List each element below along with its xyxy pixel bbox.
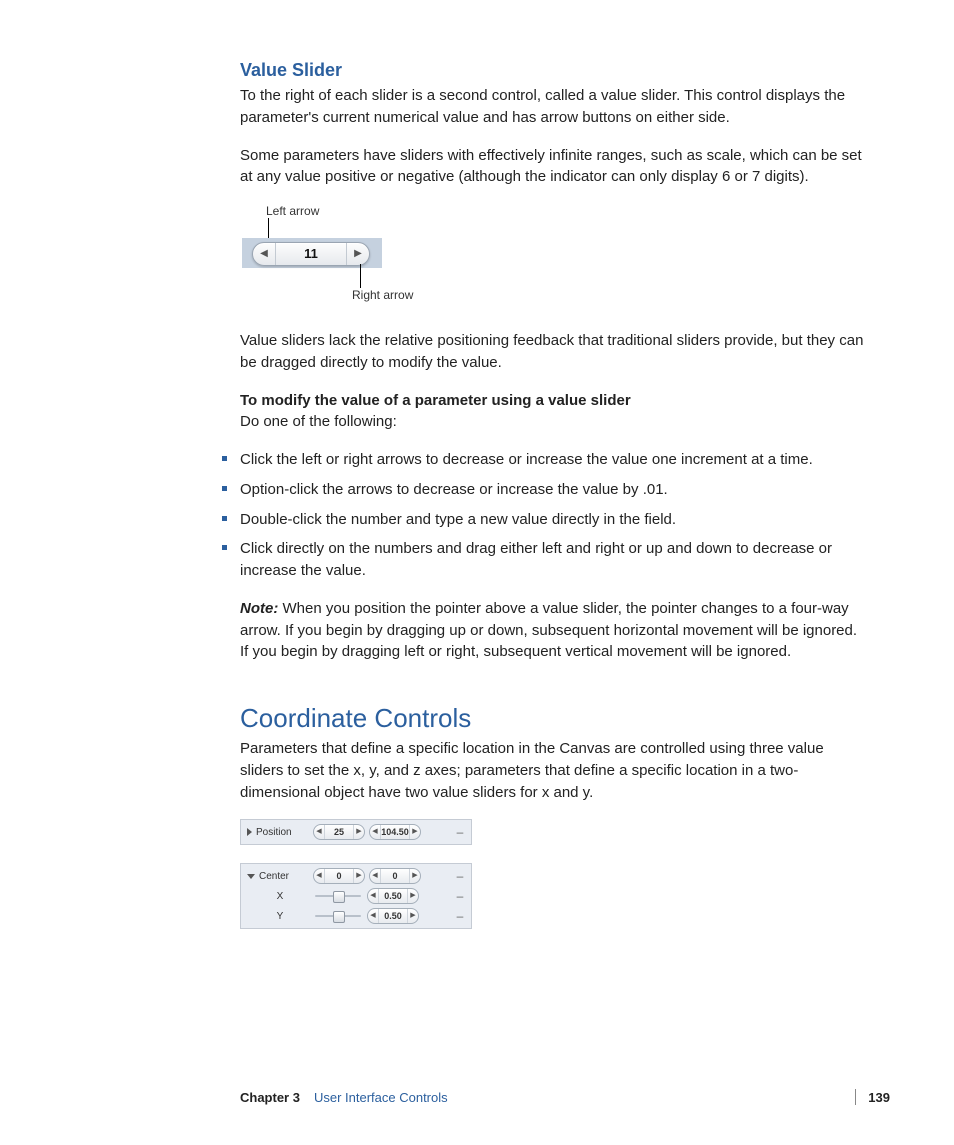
value[interactable]: 0 (380, 869, 410, 883)
slider-track-y[interactable] (313, 909, 363, 923)
right-arrow-icon[interactable]: ▶ (354, 869, 364, 883)
right-arrow-icon[interactable]: ▶ (347, 243, 369, 265)
axis-label-y: Y (247, 911, 313, 922)
callout-line (360, 264, 361, 288)
value-slider-value[interactable]: 11 (275, 243, 347, 265)
slider-knob[interactable] (333, 891, 345, 903)
note-paragraph: Note: When you position the pointer abov… (240, 598, 864, 663)
position-row: Position ◀ 25 ▶ ◀ 104.50 ▶ – (241, 822, 471, 842)
left-arrow-icon[interactable]: ◀ (314, 825, 324, 839)
callout-right-arrow: Right arrow (352, 288, 413, 302)
left-arrow-icon[interactable]: ◀ (368, 909, 378, 923)
slider-knob[interactable] (333, 911, 345, 923)
axis-label-x: X (247, 891, 313, 902)
footer-rule (460, 1089, 857, 1105)
bullet-list: Click the left or right arrows to decrea… (240, 449, 864, 582)
paragraph: To the right of each slider is a second … (240, 85, 864, 129)
right-arrow-icon[interactable]: ▶ (410, 825, 420, 839)
howto-block: To modify the value of a parameter using… (240, 390, 864, 434)
value-slider-figure: Left arrow ◀ 11 ▶ Right arrow (242, 204, 442, 314)
list-item: Option-click the arrows to decrease or i… (222, 479, 864, 501)
list-item: Click the left or right arrows to decrea… (222, 449, 864, 471)
disclosure-down-icon[interactable] (247, 874, 255, 879)
value[interactable]: 0.50 (378, 889, 408, 903)
row-label-position[interactable]: Position (247, 827, 313, 838)
left-arrow-icon[interactable]: ◀ (370, 825, 380, 839)
howto-subtitle: Do one of the following: (240, 413, 397, 430)
slider-track-x[interactable] (313, 889, 363, 903)
left-arrow-icon[interactable]: ◀ (370, 869, 380, 883)
value-slider-x[interactable]: ◀ 25 ▶ (313, 824, 365, 840)
y-row: Y ◀ 0.50 ▶ – (241, 906, 471, 926)
paragraph: Some parameters have sliders with effect… (240, 145, 864, 189)
page-number: 139 (868, 1090, 890, 1105)
center-label: Center (259, 871, 289, 882)
right-arrow-icon[interactable]: ▶ (408, 889, 418, 903)
chapter-label: Chapter 3 (240, 1090, 300, 1105)
position-panel: Position ◀ 25 ▶ ◀ 104.50 ▶ – (240, 819, 472, 845)
page: Value Slider To the right of each slider… (0, 0, 954, 1145)
value-slider[interactable]: ◀ 11 ▶ (252, 242, 370, 266)
right-arrow-icon[interactable]: ▶ (354, 825, 364, 839)
keyframe-dash-icon[interactable]: – (455, 869, 465, 883)
value[interactable]: 25 (324, 825, 354, 839)
heading-coordinate-controls: Coordinate Controls (240, 703, 864, 734)
value[interactable]: 0 (324, 869, 354, 883)
value-slider-x-axis[interactable]: ◀ 0.50 ▶ (367, 888, 419, 904)
value-slider-y[interactable]: ◀ 104.50 ▶ (369, 824, 421, 840)
keyframe-dash-icon[interactable]: – (455, 825, 465, 839)
left-arrow-icon[interactable]: ◀ (253, 243, 275, 265)
keyframe-dash-icon[interactable]: – (455, 909, 465, 923)
note-body: When you position the pointer above a va… (240, 600, 857, 661)
right-arrow-icon[interactable]: ▶ (408, 909, 418, 923)
center-panel: Center ◀ 0 ▶ ◀ 0 ▶ – X ◀ 0.50 ▶ (240, 863, 472, 929)
list-item: Click directly on the numbers and drag e… (222, 538, 864, 582)
paragraph: Parameters that define a specific locati… (240, 738, 864, 803)
value-slider-y-axis[interactable]: ◀ 0.50 ▶ (367, 908, 419, 924)
right-arrow-icon[interactable]: ▶ (410, 869, 420, 883)
value[interactable]: 0.50 (378, 909, 408, 923)
value-slider-center-x[interactable]: ◀ 0 ▶ (313, 868, 365, 884)
page-footer: Chapter 3 User Interface Controls 139 (240, 1089, 890, 1105)
row-label-center[interactable]: Center (247, 871, 313, 882)
howto-title: To modify the value of a parameter using… (240, 392, 631, 409)
disclosure-right-icon[interactable] (247, 828, 252, 836)
value-slider-center-y[interactable]: ◀ 0 ▶ (369, 868, 421, 884)
x-row: X ◀ 0.50 ▶ – (241, 886, 471, 906)
center-row: Center ◀ 0 ▶ ◀ 0 ▶ – (241, 866, 471, 886)
keyframe-dash-icon[interactable]: – (455, 889, 465, 903)
chapter-title: User Interface Controls (314, 1090, 448, 1105)
heading-value-slider: Value Slider (240, 60, 864, 81)
callout-left-arrow: Left arrow (266, 204, 319, 218)
position-label: Position (256, 827, 292, 838)
list-item: Double-click the number and type a new v… (222, 509, 864, 531)
value[interactable]: 104.50 (380, 825, 410, 839)
note-label: Note: (240, 600, 278, 617)
paragraph: Value sliders lack the relative position… (240, 330, 864, 374)
left-arrow-icon[interactable]: ◀ (314, 869, 324, 883)
left-arrow-icon[interactable]: ◀ (368, 889, 378, 903)
